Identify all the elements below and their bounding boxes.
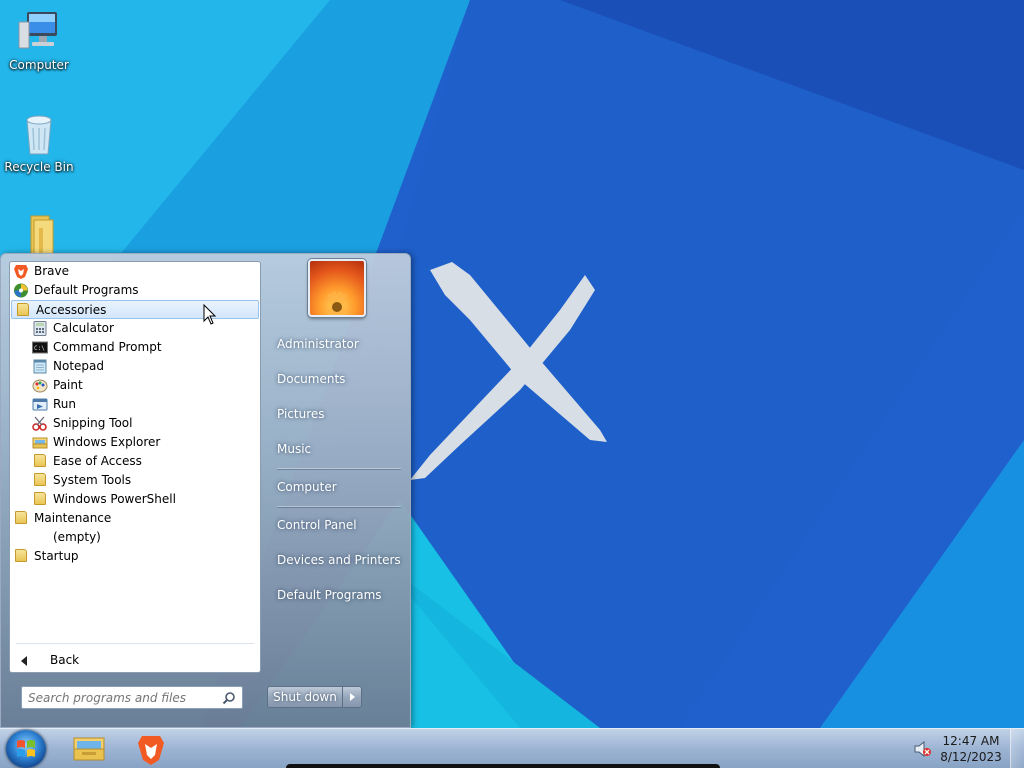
folder-icon bbox=[34, 454, 46, 467]
places-music[interactable]: Music bbox=[267, 436, 407, 462]
folder-library-icon bbox=[73, 737, 105, 761]
program-item-calculator[interactable]: Calculator bbox=[10, 319, 260, 338]
folder-icon bbox=[34, 473, 46, 486]
default-programs-icon bbox=[13, 283, 29, 298]
program-item-snipping-tool[interactable]: Snipping Tool bbox=[10, 414, 260, 433]
volume-muted-icon[interactable] bbox=[913, 740, 933, 758]
screen-overlay-bar bbox=[286, 764, 720, 768]
desktop-icon-recycle-bin[interactable]: Recycle Bin bbox=[2, 110, 76, 174]
places-computer[interactable]: Computer bbox=[267, 474, 407, 500]
paint-icon bbox=[32, 378, 48, 393]
user-avatar[interactable] bbox=[308, 259, 366, 317]
taskbar: 12:47 AM 8/12/2023 bbox=[0, 728, 1024, 768]
start-button[interactable] bbox=[6, 730, 46, 768]
program-item-brave[interactable]: Brave bbox=[10, 262, 260, 281]
folder-icon bbox=[17, 303, 29, 316]
notepad-icon bbox=[32, 359, 48, 374]
places-control-panel[interactable]: Control Panel bbox=[267, 512, 407, 538]
program-item-accessories[interactable]: Accessories bbox=[11, 300, 259, 319]
show-desktop-button[interactable] bbox=[1010, 729, 1024, 768]
snipping-tool-icon bbox=[32, 416, 48, 431]
program-item-command-prompt[interactable]: C:\ Command Prompt bbox=[10, 338, 260, 357]
search-input[interactable] bbox=[28, 689, 218, 706]
program-item-startup[interactable]: Startup bbox=[10, 547, 260, 566]
program-item-windows-powershell[interactable]: Windows PowerShell bbox=[10, 490, 260, 509]
places-administrator[interactable]: Administrator bbox=[267, 331, 407, 357]
start-menu-programs-pane: Brave Default Programs Accessories Calcu… bbox=[9, 261, 261, 673]
places-devices-and-printers[interactable]: Devices and Printers bbox=[267, 547, 407, 573]
desktop-icon-computer[interactable]: Computer bbox=[2, 8, 76, 72]
places-pictures[interactable]: Pictures bbox=[267, 401, 407, 427]
back-button[interactable]: Back bbox=[10, 650, 260, 670]
folder-icon bbox=[15, 549, 27, 562]
program-item-notepad[interactable]: Notepad bbox=[10, 357, 260, 376]
program-item-empty: (empty) bbox=[53, 530, 101, 544]
clock-time: 12:47 AM bbox=[942, 734, 1000, 748]
places-default-programs[interactable]: Default Programs bbox=[267, 582, 407, 608]
system-clock[interactable]: 12:47 AM 8/12/2023 bbox=[940, 733, 1002, 765]
places-separator bbox=[277, 506, 401, 508]
windows-logo-icon bbox=[17, 740, 35, 757]
taskbar-windows-explorer[interactable] bbox=[62, 731, 116, 767]
back-arrow-icon bbox=[21, 656, 27, 666]
recycle-bin-icon bbox=[15, 110, 63, 158]
calculator-icon bbox=[32, 321, 48, 336]
run-icon bbox=[32, 397, 48, 412]
folder-icon bbox=[15, 511, 27, 524]
command-prompt-icon: C:\ bbox=[32, 340, 48, 355]
program-item-run[interactable]: Run bbox=[10, 395, 260, 414]
brave-icon bbox=[13, 264, 29, 279]
brave-icon bbox=[138, 736, 164, 765]
program-item-default-programs[interactable]: Default Programs bbox=[10, 281, 260, 300]
shutdown-button[interactable]: Shut down bbox=[267, 686, 343, 708]
taskbar-brave[interactable] bbox=[124, 731, 178, 767]
programs-separator bbox=[16, 643, 254, 644]
folder-icon bbox=[34, 492, 46, 505]
flower-picture-icon bbox=[327, 291, 347, 315]
program-item-windows-explorer[interactable]: Windows Explorer bbox=[10, 433, 260, 452]
explorer-icon bbox=[32, 435, 48, 450]
program-item-ease-of-access[interactable]: Ease of Access bbox=[10, 452, 260, 471]
computer-icon bbox=[15, 8, 63, 56]
places-separator bbox=[277, 468, 401, 470]
all-programs-list: Brave Default Programs Accessories Calcu… bbox=[10, 262, 260, 566]
program-item-system-tools[interactable]: System Tools bbox=[10, 471, 260, 490]
places-documents[interactable]: Documents bbox=[267, 366, 407, 392]
program-item-paint[interactable]: Paint bbox=[10, 376, 260, 395]
search-icon[interactable] bbox=[222, 691, 236, 705]
clock-date: 8/12/2023 bbox=[940, 750, 1002, 764]
search-box[interactable] bbox=[21, 686, 243, 709]
mouse-cursor-icon bbox=[203, 303, 217, 326]
program-item-maintenance[interactable]: Maintenance bbox=[10, 509, 260, 528]
desktop-icon-label: Recycle Bin bbox=[4, 160, 74, 174]
desktop-icon-label: Computer bbox=[9, 58, 69, 72]
shutdown-options-arrow-icon[interactable] bbox=[342, 686, 362, 708]
svg-text:C:\: C:\ bbox=[34, 345, 45, 352]
